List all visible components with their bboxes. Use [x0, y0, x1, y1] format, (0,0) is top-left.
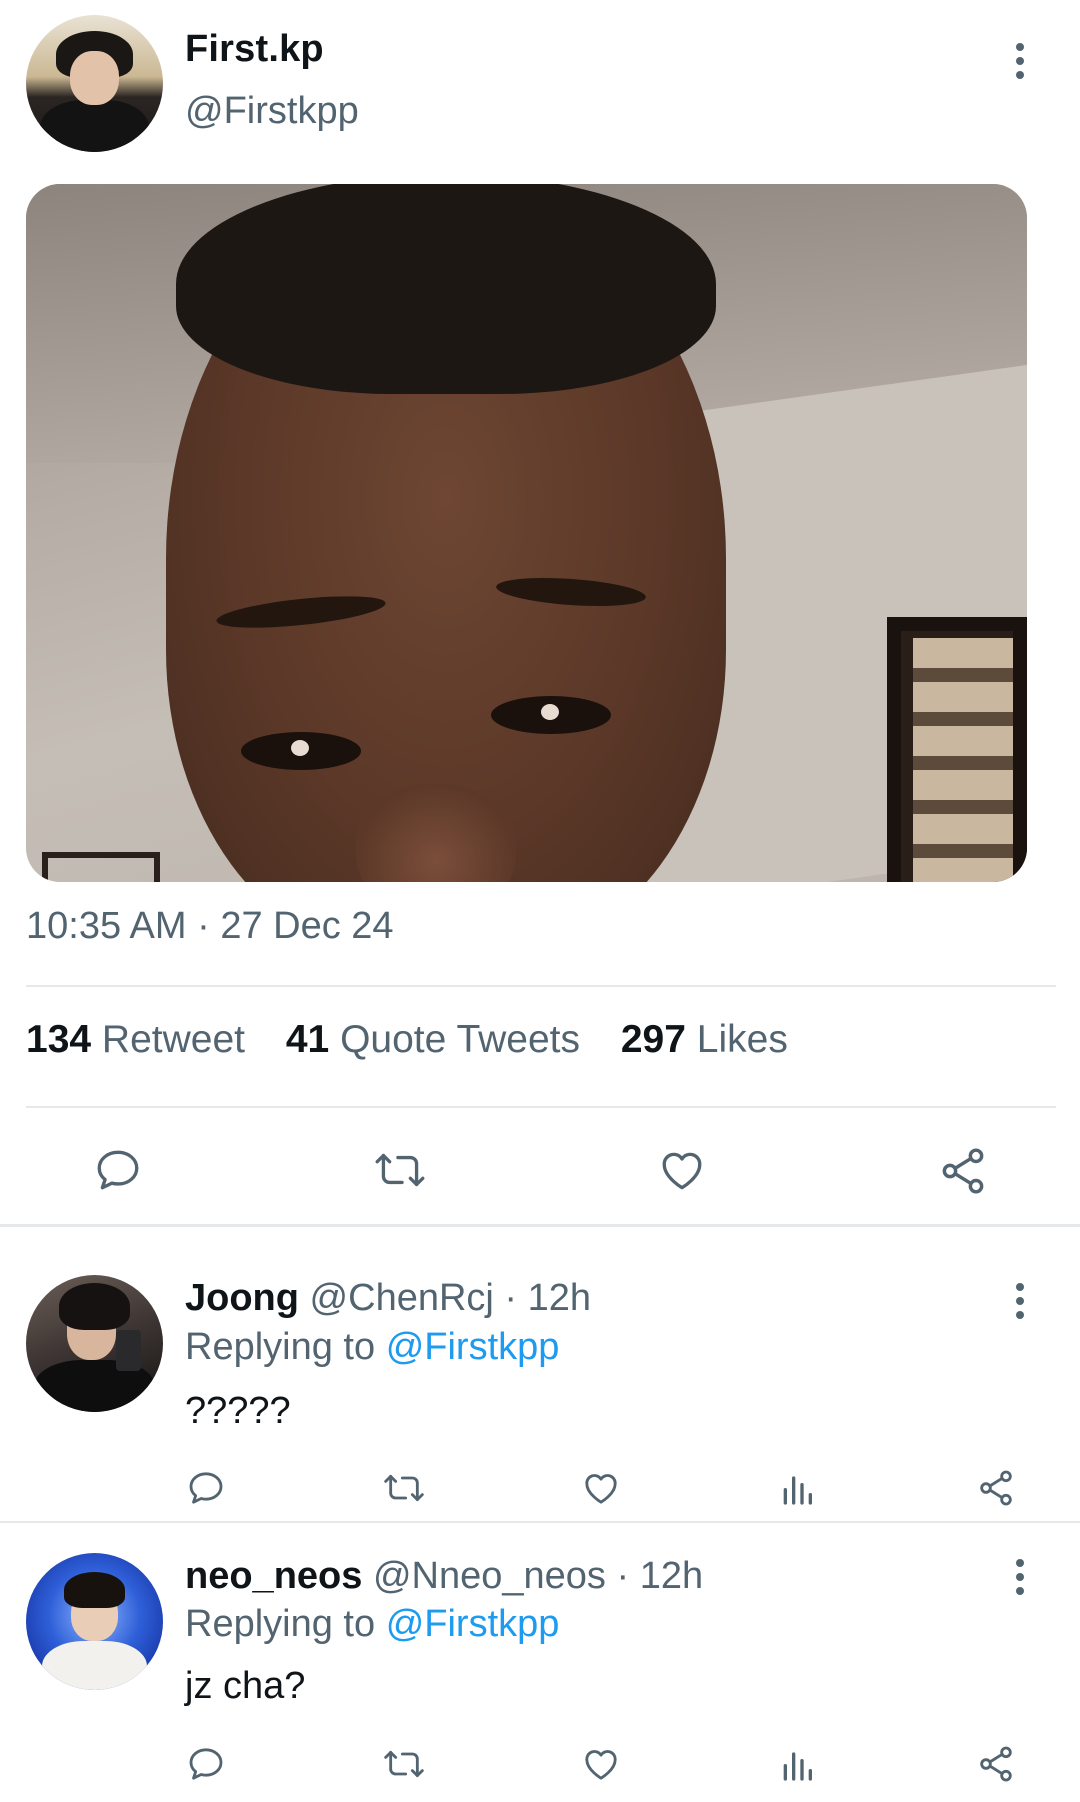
reply-time: · 12h [616, 1555, 704, 1597]
retweet-label[interactable]: Retweet [102, 1018, 245, 1061]
reply-icon[interactable] [186, 1468, 226, 1508]
like-count[interactable]: 297 [621, 1018, 686, 1061]
share-icon[interactable] [976, 1468, 1016, 1508]
reply-author-handle[interactable]: @Nneo_neos [373, 1555, 606, 1597]
reply-text: ????? [185, 1390, 291, 1432]
like-label[interactable]: Likes [697, 1018, 788, 1061]
reply-time: · 12h [504, 1277, 592, 1319]
retweet-icon[interactable] [371, 1145, 429, 1195]
more-options-icon[interactable] [1015, 43, 1025, 83]
author-handle[interactable]: @Firstkpp [185, 90, 359, 133]
section-divider [0, 1224, 1080, 1227]
reply-divider [0, 1521, 1080, 1523]
divider [26, 985, 1056, 987]
reply-avatar[interactable] [26, 1553, 163, 1690]
divider [26, 1106, 1056, 1108]
more-options-icon[interactable] [1015, 1283, 1025, 1323]
retweet-icon[interactable] [380, 1468, 428, 1508]
quote-count[interactable]: 41 [286, 1018, 329, 1061]
retweet-icon[interactable] [380, 1744, 428, 1784]
replying-to-mention[interactable]: @Firstkpp [386, 1603, 560, 1645]
replying-to-label: Replying to [185, 1603, 376, 1645]
like-icon[interactable] [580, 1744, 622, 1784]
replying-to-mention[interactable]: @Firstkpp [386, 1326, 560, 1368]
reply-header: neo_neos @Nneo_neos · 12h [185, 1555, 703, 1598]
quote-label[interactable]: Quote Tweets [340, 1018, 580, 1061]
reply-author-handle[interactable]: @ChenRcj [310, 1277, 494, 1319]
replying-to-label: Replying to [185, 1326, 376, 1368]
tweet-photo[interactable] [26, 184, 1027, 882]
tweet-stats: 134 Retweet 41 Quote Tweets 297 Likes [26, 1018, 788, 1062]
like-icon[interactable] [656, 1145, 708, 1195]
reply-avatar[interactable] [26, 1275, 163, 1412]
author-avatar[interactable] [26, 15, 163, 152]
more-options-icon[interactable] [1015, 1559, 1025, 1599]
tweet-timestamp: 10:35 AM · 27 Dec 24 [26, 905, 394, 947]
analytics-icon[interactable] [779, 1744, 815, 1784]
reply-author-name[interactable]: Joong [185, 1277, 299, 1319]
analytics-icon[interactable] [779, 1468, 815, 1508]
reply-text: jz cha? [185, 1665, 306, 1707]
reply-icon[interactable] [186, 1744, 226, 1784]
reply-author-name[interactable]: neo_neos [185, 1555, 362, 1597]
author-name[interactable]: First.kp [185, 28, 324, 71]
like-icon[interactable] [580, 1468, 622, 1508]
reply-header: Joong @ChenRcj · 12h [185, 1277, 591, 1320]
replying-to: Replying to @Firstkpp [185, 1603, 559, 1646]
replying-to: Replying to @Firstkpp [185, 1326, 559, 1369]
retweet-count[interactable]: 134 [26, 1018, 91, 1061]
share-icon[interactable] [937, 1145, 989, 1197]
reply-icon[interactable] [93, 1145, 143, 1195]
share-icon[interactable] [976, 1744, 1016, 1784]
